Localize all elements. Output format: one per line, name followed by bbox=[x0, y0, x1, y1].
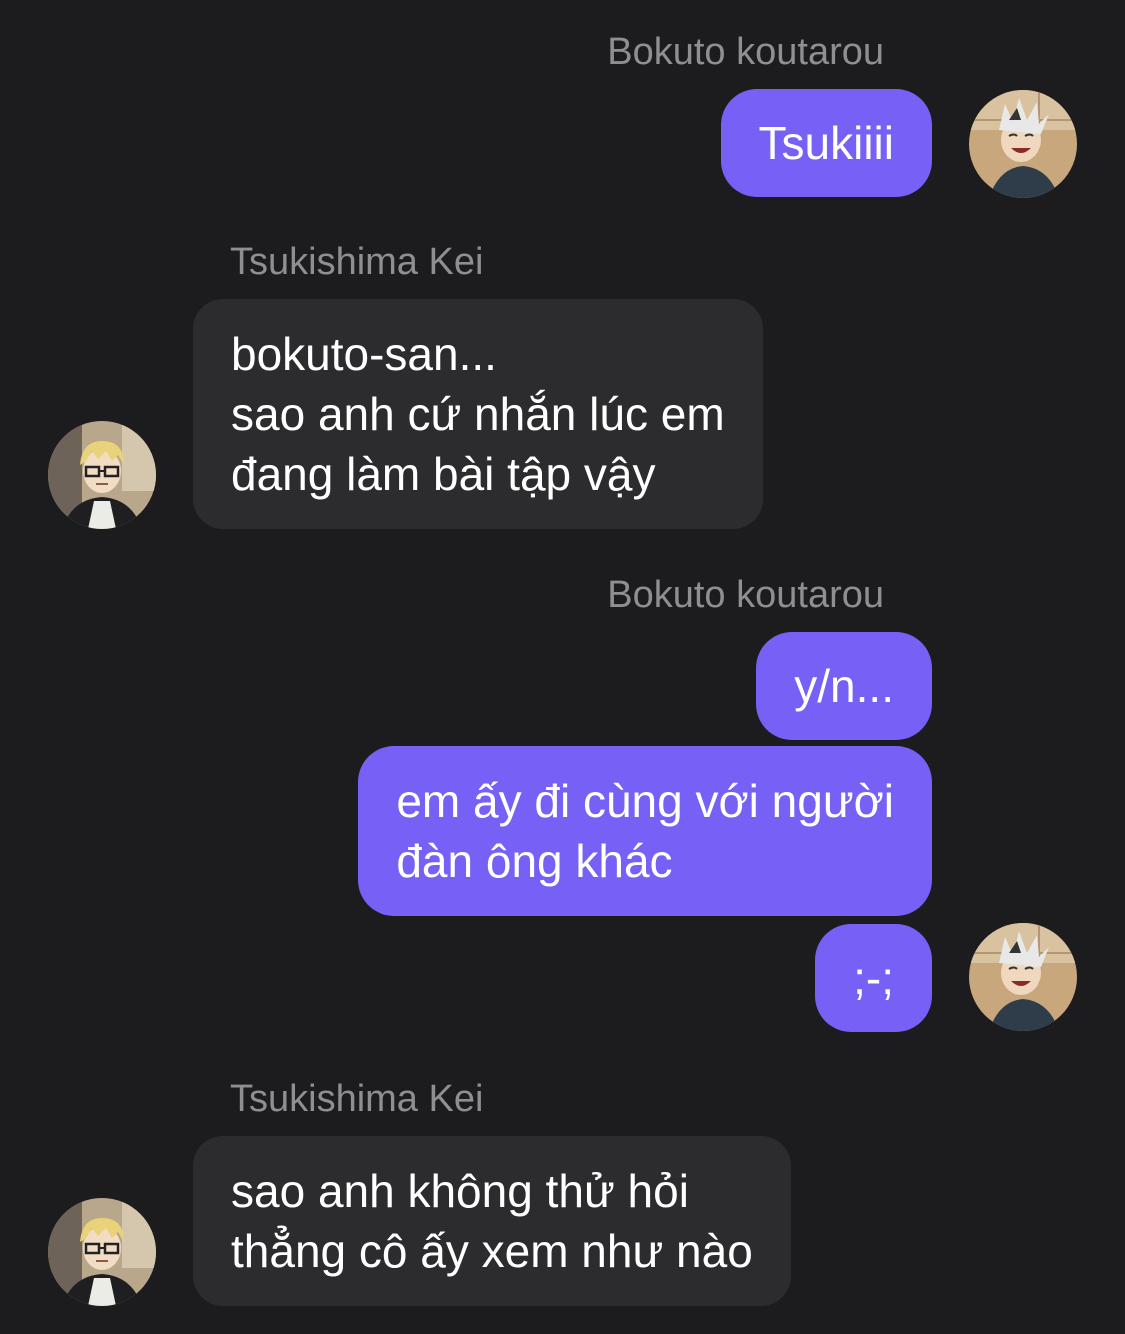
avatar-bokuto-icon[interactable] bbox=[969, 90, 1077, 198]
sender-name-tsukishima: Tsukishima Kei bbox=[230, 1078, 484, 1120]
message-text: Tsukiiii bbox=[758, 117, 894, 169]
message-bubble-outgoing[interactable]: ;-; bbox=[815, 924, 932, 1032]
message-text-line: bokuto-san... bbox=[231, 328, 497, 380]
message-text-line: sao anh cứ nhắn lúc em bbox=[231, 388, 725, 440]
message-text-line: thẳng cô ấy xem như nào bbox=[231, 1225, 753, 1277]
message-bubble-outgoing[interactable]: Tsukiiii bbox=[720, 89, 932, 197]
sender-name-bokuto: Bokuto koutarou bbox=[607, 31, 884, 73]
avatar-tsukishima-icon[interactable] bbox=[48, 421, 156, 529]
sender-name-tsukishima: Tsukishima Kei bbox=[230, 241, 484, 283]
message-text: y/n... bbox=[794, 660, 894, 712]
message-text-line: đàn ông khác bbox=[396, 835, 673, 887]
message-text-line: sao anh không thử hỏi bbox=[231, 1165, 689, 1217]
message-bubble-incoming[interactable]: bokuto-san... sao anh cứ nhắn lúc em đan… bbox=[193, 299, 763, 529]
message-bubble-outgoing[interactable]: em ấy đi cùng với người đàn ông khác bbox=[358, 746, 932, 916]
sender-name-bokuto: Bokuto koutarou bbox=[607, 574, 884, 616]
message-bubble-incoming[interactable]: sao anh không thử hỏi thẳng cô ấy xem nh… bbox=[193, 1136, 791, 1306]
message-text-line: em ấy đi cùng với người bbox=[396, 775, 894, 827]
avatar-bokuto-icon[interactable] bbox=[969, 923, 1077, 1031]
avatar-tsukishima-icon[interactable] bbox=[48, 1198, 156, 1306]
message-bubble-outgoing[interactable]: y/n... bbox=[756, 632, 932, 740]
message-text-line: đang làm bài tập vậy bbox=[231, 448, 656, 500]
message-text: ;-; bbox=[853, 952, 894, 1004]
